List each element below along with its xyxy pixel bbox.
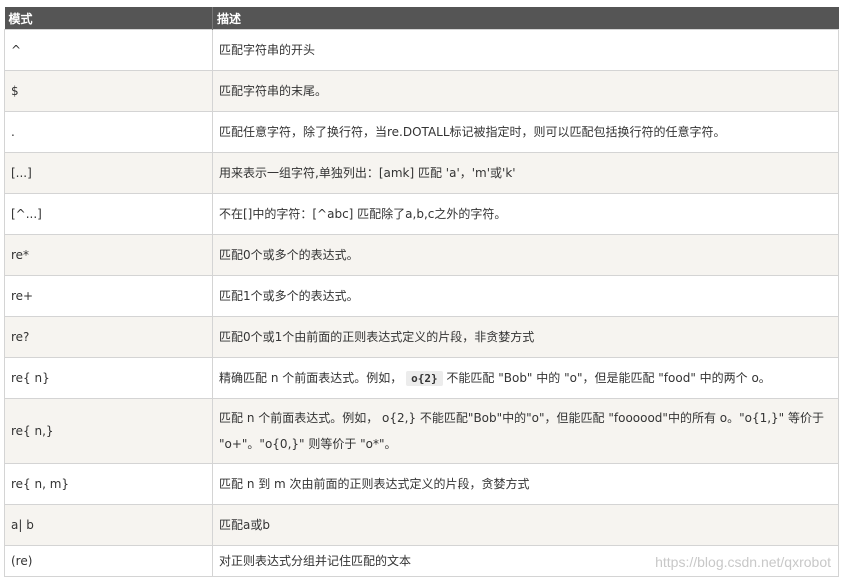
table-row: ^ 匹配字符串的开头 [4,29,839,71]
pattern-cell: re{ n, m} [4,463,213,505]
description-cell: 匹配 n 到 m 次由前面的正则表达式定义的片段，贪婪方式 [212,463,839,505]
pattern-cell: ^ [4,29,213,71]
description-cell: 匹配1个或多个的表达式。 [212,275,839,317]
table-row: [...] 用来表示一组字符,单独列出：[amk] 匹配 'a'，'m'或'k' [4,152,839,194]
table-row: re{ n,} 匹配 n 个前面表达式。例如， o{2,} 不能匹配"Bob"中… [4,398,839,464]
regex-pattern-table: 模式 描述 ^ 匹配字符串的开头 $ 匹配字符串的末尾。 . 匹配任意字符，除了… [4,7,839,577]
description-cell: 不在[]中的字符：[^abc] 匹配除了a,b,c之外的字符。 [212,193,839,235]
pattern-cell: . [4,111,213,153]
table-body: ^ 匹配字符串的开头 $ 匹配字符串的末尾。 . 匹配任意字符，除了换行符，当r… [4,29,839,577]
header-description: 描述 [212,7,839,30]
description-cell: 匹配字符串的开头 [212,29,839,71]
table-header: 模式 描述 [4,7,839,30]
table-row: $ 匹配字符串的末尾。 [4,70,839,112]
table-row: re{ n, m} 匹配 n 到 m 次由前面的正则表达式定义的片段，贪婪方式 [4,463,839,505]
description-cell: 匹配 n 个前面表达式。例如， o{2,} 不能匹配"Bob"中的"o"，但能匹… [212,398,839,464]
description-cell: 精确匹配 n 个前面表达式。例如， o{2} 不能匹配 "Bob" 中的 "o"… [212,357,839,399]
pattern-cell: re{ n} [4,357,213,399]
description-cell: 匹配0个或多个的表达式。 [212,234,839,276]
pattern-cell: (re) [4,545,213,577]
pattern-cell: [...] [4,152,213,194]
pattern-cell: a| b [4,504,213,546]
pattern-cell: re* [4,234,213,276]
table-row: re? 匹配0个或1个由前面的正则表达式定义的片段，非贪婪方式 [4,316,839,358]
table-row: . 匹配任意字符，除了换行符，当re.DOTALL标记被指定时，则可以匹配包括换… [4,111,839,153]
pattern-cell: re{ n,} [4,398,213,464]
description-cell: 用来表示一组字符,单独列出：[amk] 匹配 'a'，'m'或'k' [212,152,839,194]
description-cell: 匹配任意字符，除了换行符，当re.DOTALL标记被指定时，则可以匹配包括换行符… [212,111,839,153]
description-text-after: 不能匹配 "Bob" 中的 "o"，但是能匹配 "food" 中的两个 o。 [446,370,771,385]
description-cell: 匹配a或b [212,504,839,546]
pattern-cell: [^...] [4,193,213,235]
pattern-cell: $ [4,70,213,112]
table-row: re* 匹配0个或多个的表达式。 [4,234,839,276]
pattern-cell: re+ [4,275,213,317]
table-row: re{ n} 精确匹配 n 个前面表达式。例如， o{2} 不能匹配 "Bob"… [4,357,839,399]
description-text-before: 精确匹配 n 个前面表达式。例如， [219,370,403,385]
pattern-cell: re? [4,316,213,358]
header-pattern: 模式 [4,7,213,30]
watermark: https://blog.csdn.net/qxrobot [655,554,831,570]
description-cell: 匹配字符串的末尾。 [212,70,839,112]
table-row: re+ 匹配1个或多个的表达式。 [4,275,839,317]
description-cell: 匹配0个或1个由前面的正则表达式定义的片段，非贪婪方式 [212,316,839,358]
header-row: 模式 描述 [4,7,839,30]
inline-code: o{2} [406,370,443,386]
table-row: [^...] 不在[]中的字符：[^abc] 匹配除了a,b,c之外的字符。 [4,193,839,235]
table-row: a| b 匹配a或b [4,504,839,546]
